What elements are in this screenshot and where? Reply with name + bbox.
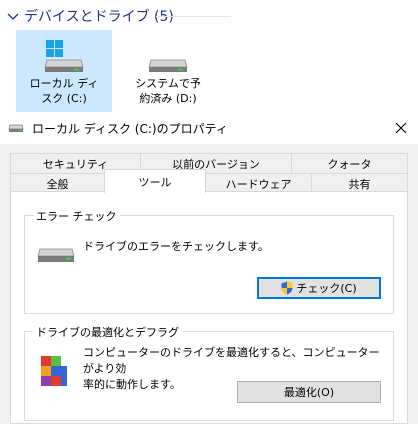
dialog-titlebar[interactable]: ローカル ディスク (C:)のプロパティ (0, 112, 418, 144)
defrag-icon (41, 356, 67, 386)
hard-drive-icon (148, 59, 188, 72)
drive-item-c[interactable]: ローカル ディ スク (C:) (16, 30, 112, 118)
drive-icon (8, 124, 24, 132)
check-button-label: チェック(C) (296, 282, 357, 295)
windows-drive-icon (44, 40, 84, 72)
error-check-group: エラー チェック ドライブのエラーをチェックします。 チェック(C) (24, 208, 394, 314)
check-button[interactable]: チェック(C) (257, 277, 381, 299)
tab-quota[interactable]: クォータ (291, 153, 408, 174)
chevron-down-icon (7, 13, 19, 20)
devices-group-title: デバイスとドライブ (5) (24, 9, 174, 25)
optimize-button[interactable]: 最適化(O) (237, 381, 381, 403)
drive-label-c: ローカル ディ スク (C:) (29, 77, 99, 105)
close-button[interactable] (384, 112, 418, 144)
error-check-title: エラー チェック (33, 208, 120, 224)
optimize-group: ドライブの最適化とデフラグ コンピューターのドライブを最適化すると、コンピュータ… (24, 324, 394, 421)
explorer-view: デバイスとドライブ (5) ローカル ディ スク (C:) システムで予 約済み… (0, 0, 418, 118)
uac-shield-icon (281, 281, 293, 295)
tools-tab-panel: エラー チェック ドライブのエラーをチェックします。 チェック(C) ドライブの… (10, 191, 408, 424)
error-check-description: ドライブのエラーをチェックします。 (83, 240, 269, 253)
hard-drive-icon (37, 248, 75, 262)
close-icon (395, 122, 407, 134)
drive-label-d: システムで予 約済み (D:) (135, 77, 201, 105)
devices-group-header[interactable]: デバイスとドライブ (5) (6, 6, 174, 26)
optimize-title: ドライブの最適化とデフラグ (33, 324, 182, 340)
dialog-title: ローカル ディスク (C:)のプロパティ (32, 122, 228, 136)
tab-tools[interactable]: ツール (104, 169, 206, 193)
optimize-button-label: 最適化(O) (283, 386, 335, 399)
drive-item-d[interactable]: システムで予 約済み (D:) (120, 30, 216, 118)
group-divider (156, 16, 231, 17)
